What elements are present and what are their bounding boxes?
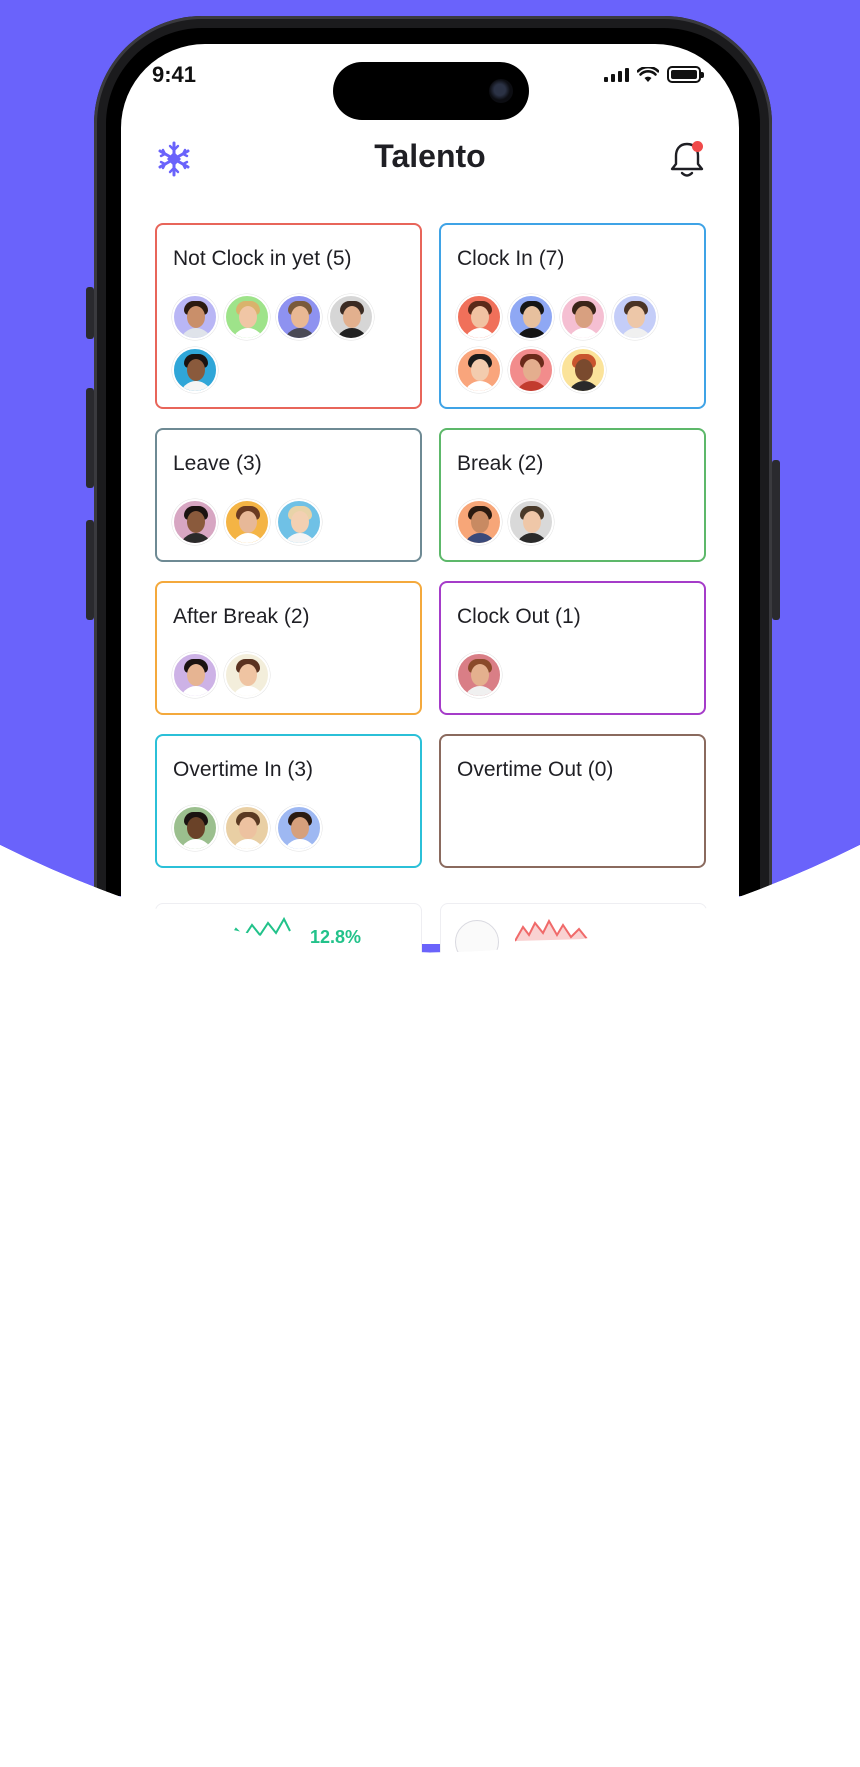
side-button (86, 520, 94, 620)
status-card-title: Overtime In (3) (173, 758, 314, 781)
avatar-group (172, 805, 408, 851)
avatar-group (456, 294, 692, 393)
side-button (86, 287, 94, 339)
status-card[interactable]: After Break (2) (155, 581, 422, 715)
avatar[interactable] (172, 652, 218, 698)
battery-icon (667, 66, 704, 83)
avatar[interactable] (456, 499, 502, 545)
avatar-group (456, 652, 692, 698)
trend-sparkline-red (515, 918, 588, 942)
avatar[interactable] (456, 347, 502, 393)
status-card-title: Break (2) (457, 452, 544, 475)
avatar-group (172, 294, 408, 393)
side-button (772, 460, 780, 620)
trend-sparkline (210, 916, 291, 943)
status-time: 9:41 (152, 62, 197, 87)
status-card[interactable]: Overtime In (3) (155, 734, 422, 868)
status-card-title: Not Clock in yet (5) (173, 247, 352, 270)
dynamic-island (333, 62, 529, 120)
avatar[interactable] (560, 294, 606, 340)
status-card-title: Clock In (7) (457, 247, 565, 270)
status-card[interactable]: Clock In (7) (439, 223, 706, 409)
status-card[interactable]: Not Clock in yet (5) (155, 223, 422, 409)
avatar[interactable] (172, 499, 218, 545)
avatar[interactable] (328, 294, 374, 340)
avatar[interactable] (276, 805, 322, 851)
avatar[interactable] (456, 294, 502, 340)
trend-percent: 12.8% (310, 927, 362, 947)
status-card-title: Leave (3) (173, 452, 262, 475)
avatar[interactable] (224, 805, 270, 851)
avatar[interactable] (560, 347, 606, 393)
status-card-title: Overtime Out (0) (457, 758, 614, 781)
avatar[interactable] (612, 294, 658, 340)
status-card[interactable]: Leave (3) (155, 428, 422, 562)
status-card[interactable]: Overtime Out (0) (439, 734, 706, 868)
cellular-signal-icon (604, 67, 629, 82)
status-card-title: Clock Out (1) (457, 605, 581, 628)
avatar[interactable] (172, 805, 218, 851)
avatar[interactable] (508, 347, 554, 393)
avatar-group (456, 499, 692, 545)
avatar[interactable] (224, 294, 270, 340)
avatar[interactable] (276, 499, 322, 545)
notification-dot (692, 141, 703, 152)
avatar[interactable] (508, 499, 554, 545)
avatar[interactable] (224, 499, 270, 545)
status-card-title: After Break (2) (173, 605, 310, 628)
avatar[interactable] (224, 652, 270, 698)
snowflake-logo-icon[interactable] (155, 140, 193, 178)
avatar-group (172, 652, 408, 698)
side-button (86, 388, 94, 488)
avatar[interactable] (276, 294, 322, 340)
status-icons (604, 66, 704, 83)
user-icon (455, 920, 499, 964)
camera-icon (489, 79, 513, 103)
status-card[interactable]: Clock Out (1) (439, 581, 706, 715)
avatar[interactable] (456, 652, 502, 698)
page-title: Talento (374, 138, 486, 174)
status-card[interactable]: Break (2) (439, 428, 706, 562)
avatar[interactable] (172, 347, 218, 393)
avatar-group (172, 499, 408, 545)
wifi-icon (637, 66, 659, 82)
avatar[interactable] (172, 294, 218, 340)
avatar[interactable] (508, 294, 554, 340)
